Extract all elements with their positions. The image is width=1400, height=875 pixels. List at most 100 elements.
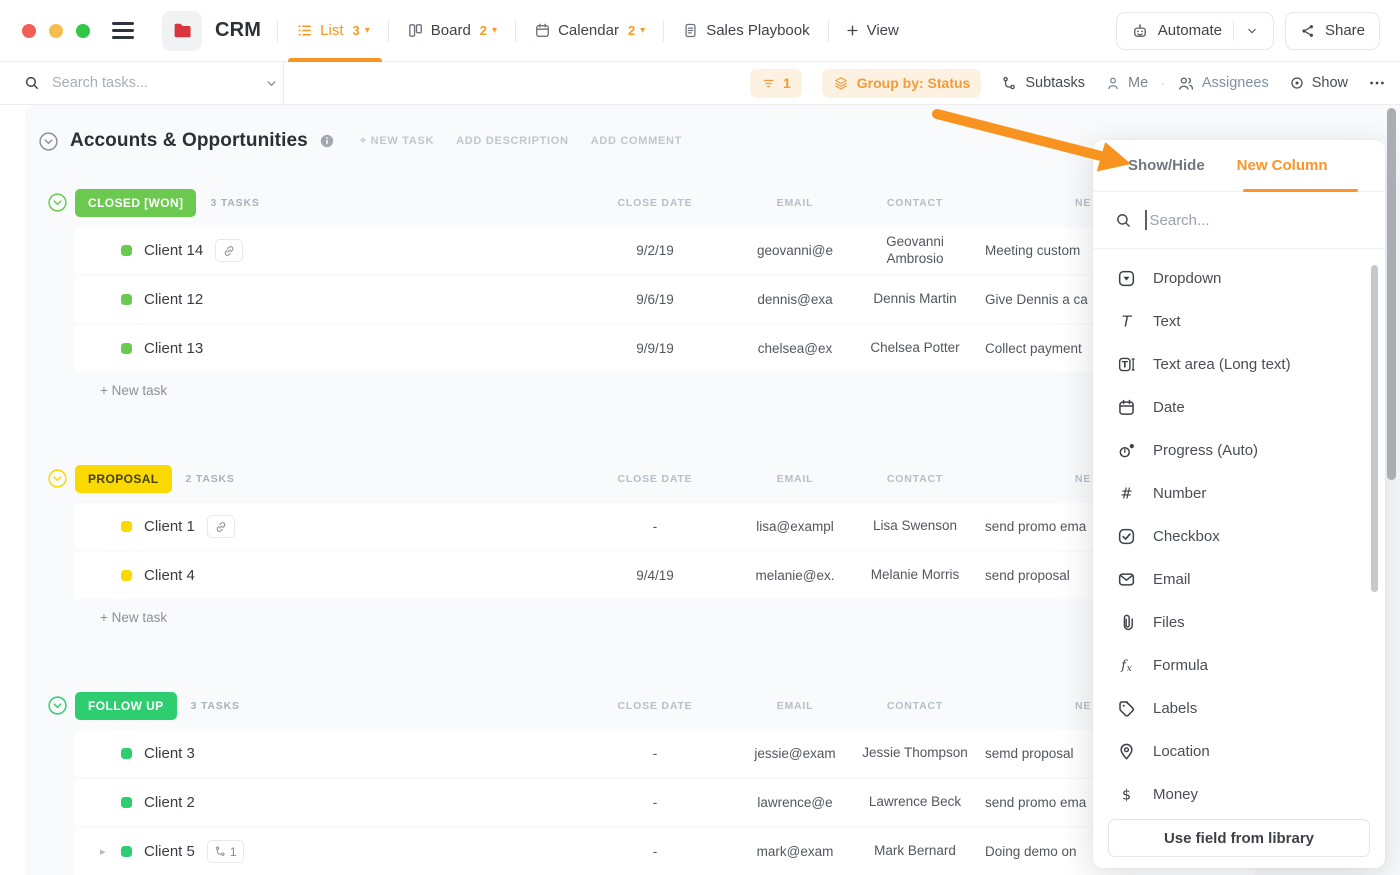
expand-caret-icon[interactable]: ▸ bbox=[100, 845, 109, 858]
field-type-item[interactable]: Text bbox=[1093, 300, 1373, 343]
tab-list[interactable]: List 3 ▾ bbox=[288, 0, 382, 62]
link-chip[interactable] bbox=[206, 515, 235, 538]
group-collapse-icon[interactable] bbox=[47, 192, 68, 213]
field-type-item[interactable]: Number bbox=[1093, 472, 1373, 515]
field-search-input[interactable] bbox=[1149, 211, 1367, 229]
group-collapse-icon[interactable] bbox=[47, 695, 68, 716]
status-pill[interactable]: CLOSED [WON] bbox=[75, 189, 197, 217]
automate-button[interactable]: Automate bbox=[1115, 11, 1274, 50]
column-header-contact[interactable]: CONTACT bbox=[845, 197, 985, 209]
task-row[interactable]: ▸ Client 3 - jessie@exam Jessie Thompson… bbox=[75, 730, 1255, 777]
task-name[interactable]: Client 13 bbox=[144, 340, 203, 357]
column-header-contact[interactable]: CONTACT bbox=[845, 700, 985, 712]
task-status-icon[interactable] bbox=[121, 343, 132, 354]
task-row[interactable]: ▸ Client 14 9/2/19 geovanni@e Geovanni A… bbox=[75, 227, 1255, 274]
field-type-item[interactable]: Labels bbox=[1093, 687, 1373, 730]
use-field-from-library-button[interactable]: Use field from library bbox=[1108, 819, 1370, 857]
column-header-email[interactable]: EMAIL bbox=[745, 700, 845, 712]
column-header-close-date[interactable]: CLOSE DATE bbox=[565, 197, 745, 209]
sidebar-toggle-icon[interactable] bbox=[112, 22, 134, 39]
task-row[interactable]: ▸ Client 13 9/9/19 chelsea@ex Chelsea Po… bbox=[75, 325, 1255, 372]
show-menu[interactable]: Show bbox=[1289, 75, 1348, 91]
cell-contact[interactable]: Chelsea Potter bbox=[845, 340, 985, 357]
cell-contact[interactable]: Lawrence Beck bbox=[845, 794, 985, 811]
cell-email[interactable]: lawrence@e bbox=[745, 795, 845, 810]
task-name[interactable]: Client 2 bbox=[144, 794, 195, 811]
task-row[interactable]: ▸ Client 5 1 - mark@exam Mark Bernard Do… bbox=[75, 828, 1255, 875]
task-name[interactable]: Client 3 bbox=[144, 745, 195, 762]
info-icon[interactable] bbox=[319, 133, 335, 149]
cell-email[interactable]: lisa@exampl bbox=[745, 519, 845, 534]
task-status-icon[interactable] bbox=[121, 748, 132, 759]
share-button[interactable]: Share bbox=[1284, 11, 1380, 50]
task-status-icon[interactable] bbox=[121, 797, 132, 808]
chevron-down-icon[interactable] bbox=[1245, 24, 1259, 38]
status-pill[interactable]: FOLLOW UP bbox=[75, 692, 177, 720]
cell-email[interactable]: geovanni@e bbox=[745, 243, 845, 258]
column-header-email[interactable]: EMAIL bbox=[745, 197, 845, 209]
cell-close-date[interactable]: 9/4/19 bbox=[565, 568, 745, 583]
cell-close-date[interactable]: 9/6/19 bbox=[565, 292, 745, 307]
tab-calendar[interactable]: Calendar 2 ▾ bbox=[532, 0, 647, 62]
project-folder-chip[interactable] bbox=[162, 10, 202, 51]
add-view-button[interactable]: View bbox=[845, 22, 899, 39]
cell-email[interactable]: chelsea@ex bbox=[745, 341, 845, 356]
field-type-item[interactable]: Email bbox=[1093, 558, 1373, 601]
column-header-close-date[interactable]: CLOSE DATE bbox=[565, 700, 745, 712]
status-pill[interactable]: PROPOSAL bbox=[75, 465, 172, 493]
cell-close-date[interactable]: 9/9/19 bbox=[565, 341, 745, 356]
field-type-item[interactable]: Money bbox=[1093, 773, 1373, 810]
task-name[interactable]: Client 1 bbox=[144, 518, 195, 535]
task-status-icon[interactable] bbox=[121, 570, 132, 581]
window-minimize-button[interactable] bbox=[49, 23, 63, 38]
filter-count-pill[interactable]: 1 bbox=[749, 68, 802, 98]
collapse-list-icon[interactable] bbox=[38, 131, 59, 152]
field-type-item[interactable]: Text area (Long text) bbox=[1093, 343, 1373, 386]
new-task-button[interactable]: + New task bbox=[75, 601, 1255, 634]
cell-contact[interactable]: Geovanni Ambrosio bbox=[845, 234, 985, 268]
field-type-item[interactable]: Date bbox=[1093, 386, 1373, 429]
cell-close-date[interactable]: - bbox=[565, 519, 745, 534]
cell-contact[interactable]: Melanie Morris bbox=[845, 567, 985, 584]
cell-email[interactable]: melanie@ex. bbox=[745, 568, 845, 583]
cell-email[interactable]: dennis@exa bbox=[745, 292, 845, 307]
task-row[interactable]: ▸ Client 12 9/6/19 dennis@exa Dennis Mar… bbox=[75, 276, 1255, 323]
task-status-icon[interactable] bbox=[121, 846, 132, 857]
window-scrollbar[interactable] bbox=[1387, 108, 1396, 480]
group-by-pill[interactable]: Group by: Status bbox=[821, 68, 982, 98]
new-task-action[interactable]: + NEW TASK bbox=[360, 135, 434, 147]
field-type-item[interactable]: Files bbox=[1093, 601, 1373, 644]
cell-contact[interactable]: Lisa Swenson bbox=[845, 518, 985, 535]
cell-contact[interactable]: Dennis Martin bbox=[845, 291, 985, 308]
more-options-icon[interactable] bbox=[1368, 74, 1386, 92]
cell-close-date[interactable]: - bbox=[565, 795, 745, 810]
task-status-icon[interactable] bbox=[121, 245, 132, 256]
field-type-item[interactable]: Progress (Auto) bbox=[1093, 429, 1373, 472]
tab-show-hide[interactable]: Show/Hide bbox=[1128, 157, 1205, 174]
subtask-count-badge[interactable]: 1 bbox=[206, 840, 244, 863]
search-tasks-input[interactable] bbox=[52, 75, 252, 91]
task-name[interactable]: Client 5 bbox=[144, 843, 195, 860]
task-status-icon[interactable] bbox=[121, 294, 132, 305]
column-header-email[interactable]: EMAIL bbox=[745, 473, 845, 485]
task-row[interactable]: ▸ Client 2 - lawrence@e Lawrence Beck se… bbox=[75, 779, 1255, 826]
window-zoom-button[interactable] bbox=[76, 23, 90, 38]
cell-email[interactable]: jessie@exam bbox=[745, 746, 845, 761]
field-type-item[interactable]: Location bbox=[1093, 730, 1373, 773]
assignees-filter[interactable]: Assignees bbox=[1177, 74, 1269, 92]
tab-sales-playbook[interactable]: Sales Playbook bbox=[680, 0, 811, 62]
me-filter[interactable]: Me bbox=[1105, 75, 1148, 91]
field-type-item[interactable]: Formula bbox=[1093, 644, 1373, 687]
cell-email[interactable]: mark@exam bbox=[745, 844, 845, 859]
panel-search[interactable] bbox=[1093, 192, 1385, 249]
link-chip[interactable] bbox=[215, 239, 244, 262]
field-type-item[interactable]: Dropdown bbox=[1093, 257, 1373, 300]
cell-close-date[interactable]: - bbox=[565, 844, 745, 859]
field-type-item[interactable]: Checkbox bbox=[1093, 515, 1373, 558]
cell-close-date[interactable]: - bbox=[565, 746, 745, 761]
task-row[interactable]: ▸ Client 1 - lisa@exampl Lisa Swenson se… bbox=[75, 503, 1255, 550]
new-task-button[interactable]: + New task bbox=[75, 374, 1255, 407]
window-close-button[interactable] bbox=[22, 23, 36, 38]
column-header-contact[interactable]: CONTACT bbox=[845, 473, 985, 485]
tab-new-column[interactable]: New Column bbox=[1237, 157, 1328, 174]
